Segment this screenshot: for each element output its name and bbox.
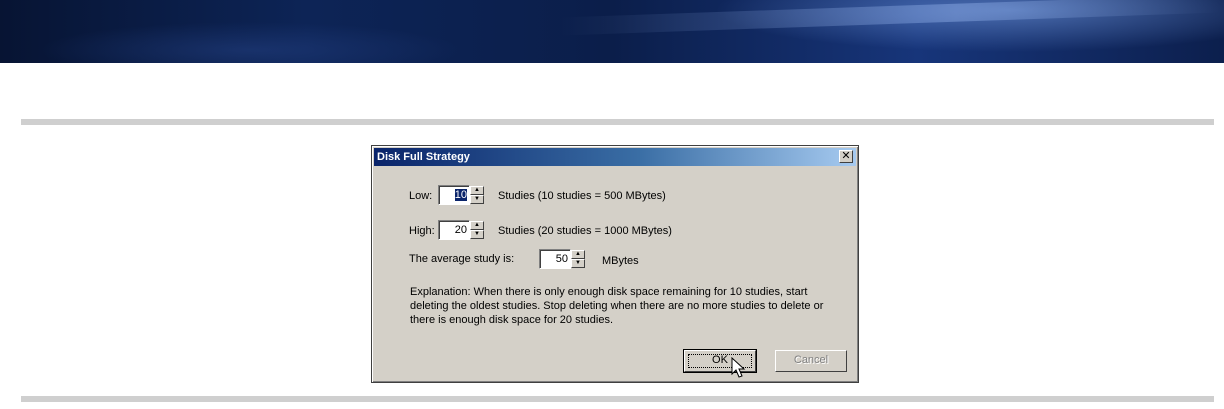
average-unit: MBytes (602, 255, 639, 267)
average-spin-arrows[interactable]: ▲ ▼ (571, 250, 585, 268)
cancel-button[interactable]: Cancel (775, 350, 847, 372)
low-spin-arrows[interactable]: ▲ ▼ (470, 186, 484, 204)
up-arrow-icon[interactable]: ▲ (470, 186, 484, 195)
low-label: Low: (409, 190, 433, 202)
low-input[interactable]: 10 (438, 185, 470, 205)
high-spinner[interactable]: 20 ▲ ▼ (438, 220, 484, 240)
divider-top (21, 119, 1214, 125)
divider-bottom (21, 396, 1214, 402)
high-note: Studies (20 studies = 1000 MBytes) (498, 225, 672, 237)
dialog-title: Disk Full Strategy (377, 151, 470, 163)
average-value: 50 (555, 253, 568, 265)
mouse-pointer-icon (731, 357, 746, 378)
average-input[interactable]: 50 (539, 249, 571, 269)
disk-full-strategy-dialog: Disk Full Strategy ✕ Low: 10 ▲ ▼ Studies… (371, 145, 859, 383)
close-icon: ✕ (841, 150, 851, 162)
close-button[interactable]: ✕ (839, 150, 853, 163)
low-spinner[interactable]: 10 ▲ ▼ (438, 185, 484, 205)
header-banner (0, 0, 1224, 63)
up-arrow-icon[interactable]: ▲ (571, 250, 585, 259)
dialog-titlebar[interactable]: Disk Full Strategy ✕ (374, 148, 856, 166)
high-input[interactable]: 20 (438, 220, 470, 240)
average-spinner[interactable]: 50 ▲ ▼ (539, 249, 585, 269)
cancel-label: Cancel (793, 354, 829, 366)
low-value: 10 (454, 189, 467, 201)
low-note: Studies (10 studies = 500 MBytes) (498, 190, 666, 202)
down-arrow-icon[interactable]: ▼ (470, 230, 484, 239)
high-spin-arrows[interactable]: ▲ ▼ (470, 221, 484, 239)
explanation-text: Explanation: When there is only enough d… (410, 286, 824, 326)
average-label: The average study is: (409, 253, 515, 265)
banner-light-streak (560, 0, 1220, 36)
down-arrow-icon[interactable]: ▼ (571, 259, 585, 268)
down-arrow-icon[interactable]: ▼ (470, 195, 484, 204)
high-value: 20 (454, 224, 467, 236)
high-label: High: (409, 225, 435, 237)
up-arrow-icon[interactable]: ▲ (470, 221, 484, 230)
